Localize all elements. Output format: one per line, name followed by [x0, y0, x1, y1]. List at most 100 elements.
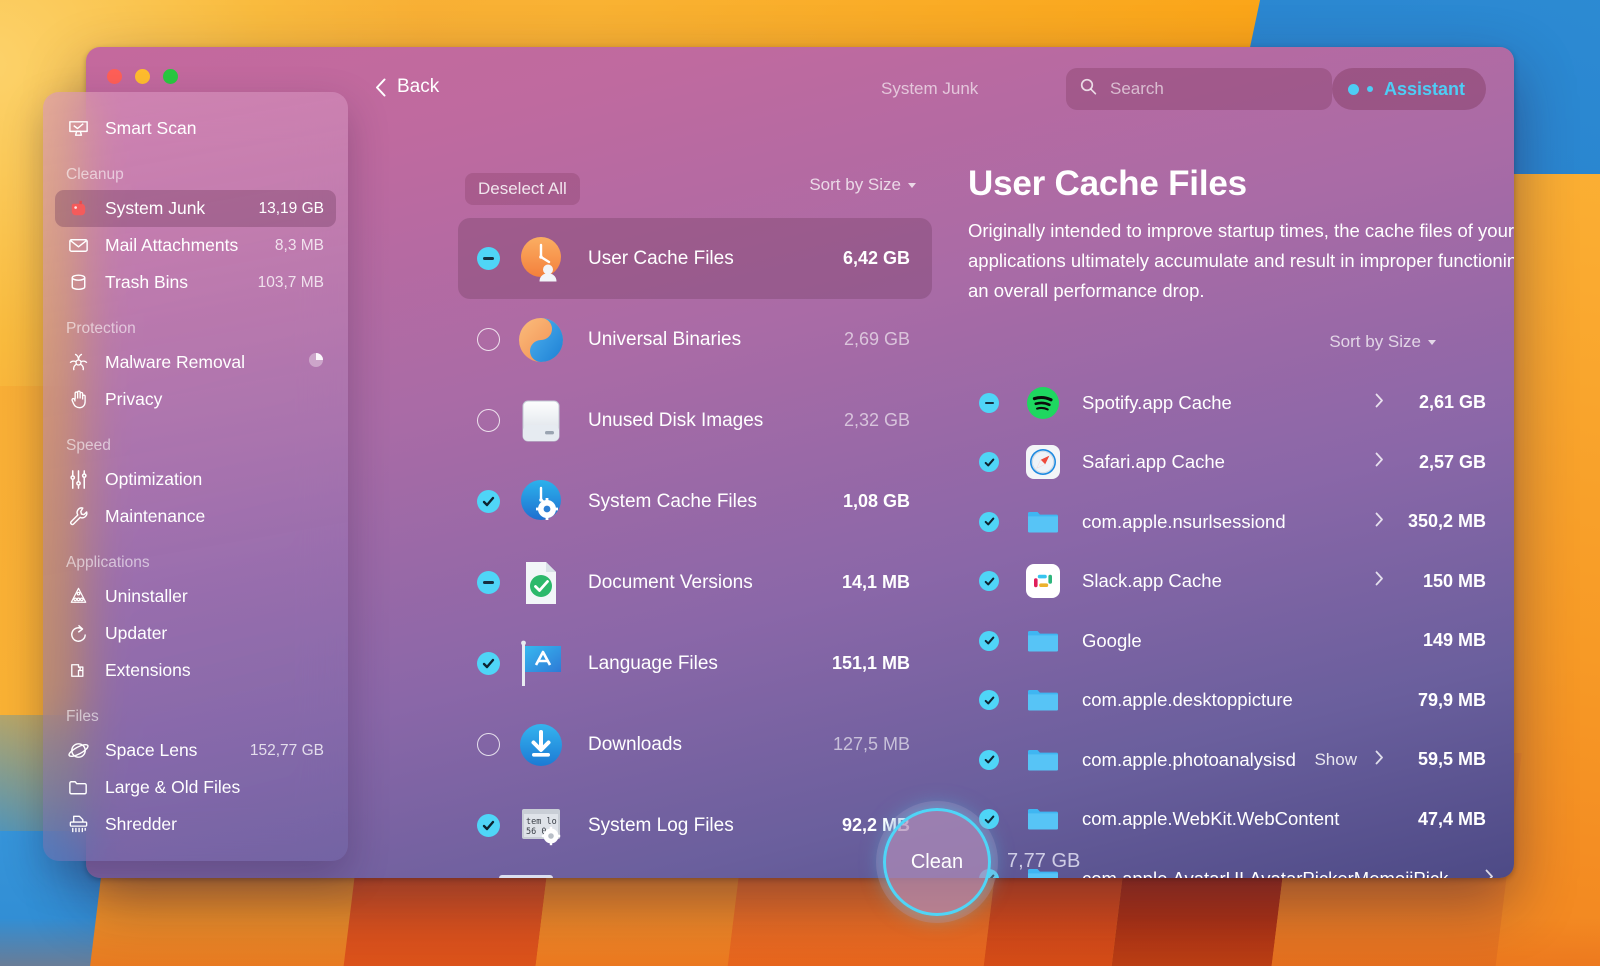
file-row[interactable]: Slack.app Cache 150 MB	[952, 552, 1514, 612]
file-checkbox[interactable]	[977, 452, 1001, 473]
window-controls[interactable]	[107, 69, 178, 84]
file-checkbox[interactable]	[977, 809, 1001, 830]
minimize-button[interactable]	[135, 69, 150, 84]
file-row[interactable]: com.apple.photoanalysisd Show 59,5 MB	[952, 730, 1514, 790]
category-checkbox[interactable]	[475, 571, 501, 594]
sidebar-item-smart-scan[interactable]: Smart Scan	[55, 110, 336, 147]
sidebar-item-uninstaller[interactable]: Uninstaller	[55, 578, 336, 615]
sidebar-item-label: Space Lens	[105, 740, 198, 760]
file-row[interactable]: Google 149 MB	[952, 611, 1514, 671]
sidebar-item-maintenance[interactable]: Maintenance	[55, 498, 336, 535]
file-checkbox[interactable]	[977, 690, 1001, 711]
hand-icon	[66, 388, 91, 411]
chevron-right-icon[interactable]	[1375, 571, 1388, 591]
checkbox-checked-icon[interactable]	[979, 630, 999, 651]
chevron-right-icon[interactable]	[1375, 393, 1388, 413]
checkbox-partial-icon[interactable]	[476, 571, 500, 594]
checkbox-checked-icon[interactable]	[476, 652, 500, 675]
file-name: Google	[1082, 629, 1142, 651]
chevron-right-icon[interactable]	[1375, 512, 1388, 532]
sidebar-item-system-junk[interactable]: System Junk 13,19 GB	[55, 190, 336, 227]
checkbox-checked-icon[interactable]	[979, 809, 999, 830]
file-checkbox[interactable]	[977, 630, 1001, 651]
show-in-finder-link[interactable]: Show	[1314, 750, 1357, 770]
checkbox-checked-icon[interactable]	[476, 490, 500, 513]
category-name: User Cache Files	[588, 247, 734, 269]
file-row[interactable]: com.apple.WebKit.WebContent 47,4 MB	[952, 790, 1514, 850]
chevron-right-icon[interactable]	[1375, 452, 1388, 472]
search-input[interactable]	[1110, 79, 1318, 99]
file-checkbox[interactable]	[977, 392, 1001, 413]
category-checkbox[interactable]	[475, 733, 501, 756]
file-row[interactable]: com.apple.desktoppicture 79,9 MB	[952, 671, 1514, 731]
file-list: Spotify.app Cache 2,61 GB Safari.app Cache…	[952, 373, 1514, 878]
file-name: com.apple.WebKit.WebContent	[1082, 808, 1340, 830]
checkbox-checked-icon[interactable]	[979, 452, 999, 473]
category-checkbox[interactable]	[475, 490, 501, 513]
checkbox-checked-icon[interactable]	[476, 814, 500, 837]
clean-button[interactable]: Clean	[883, 808, 991, 916]
category-row[interactable]: Document Versions 14,1 MB	[458, 542, 932, 623]
category-row[interactable]: Universal Binaries 2,69 GB	[458, 299, 932, 380]
category-name: Document Versions	[588, 571, 753, 593]
user-cache-icon	[515, 233, 567, 285]
file-row[interactable]: Safari.app Cache 2,57 GB	[952, 433, 1514, 493]
checkbox-unchecked-icon[interactable]	[476, 328, 500, 351]
category-row[interactable]: Downloads 127,5 MB	[458, 704, 932, 785]
sidebar-item-optimization[interactable]: Optimization	[55, 461, 336, 498]
category-row[interactable]: Unused Disk Images 2,32 GB	[458, 380, 932, 461]
checkbox-checked-icon[interactable]	[979, 690, 999, 711]
category-row[interactable]: tem lo 56 0 System Log Files 92,2 MB	[458, 785, 932, 866]
checkbox-checked-icon[interactable]	[979, 511, 999, 532]
checkbox-unchecked-icon[interactable]	[476, 733, 500, 756]
back-button[interactable]: Back	[375, 76, 439, 98]
file-name: com.apple.desktoppicture	[1082, 689, 1293, 711]
sidebar-item-space-lens[interactable]: Space Lens 152,77 GB	[55, 732, 336, 769]
clean-total-size: 7,77 GB	[1007, 850, 1081, 872]
category-checkbox[interactable]	[475, 247, 501, 270]
safari-icon	[1026, 445, 1060, 480]
category-row[interactable]: User Cache Files 6,42 GB	[458, 218, 932, 299]
file-checkbox[interactable]	[977, 511, 1001, 532]
close-button[interactable]	[107, 69, 122, 84]
file-row[interactable]: com.apple.nsurlsessiond 350,2 MB	[952, 492, 1514, 552]
category-checkbox[interactable]	[475, 328, 501, 351]
folder-icon	[1026, 802, 1060, 836]
sidebar-item-updater[interactable]: Updater	[55, 615, 336, 652]
checkbox-unchecked-icon[interactable]	[476, 409, 500, 432]
sort-by-size-dropdown-detail[interactable]: Sort by Size	[1329, 332, 1436, 352]
deselect-all-button[interactable]: Deselect All	[465, 173, 580, 205]
chevron-right-icon[interactable]	[1375, 750, 1388, 770]
disk-image-icon	[515, 395, 567, 447]
file-checkbox[interactable]	[977, 749, 1001, 770]
assistant-button[interactable]: Assistant	[1331, 68, 1486, 110]
sort-label: Sort by Size	[809, 175, 901, 194]
checkbox-partial-icon[interactable]	[476, 247, 500, 270]
folder-icon	[1026, 505, 1060, 539]
checkbox-checked-icon[interactable]	[979, 749, 999, 770]
sidebar-item-mail-attachments[interactable]: Mail Attachments 8,3 MB	[55, 227, 336, 264]
svg-text:tem lo: tem lo	[526, 817, 557, 827]
zoom-button[interactable]	[163, 69, 178, 84]
sidebar-item-shredder[interactable]: Shredder	[55, 806, 336, 843]
search-field[interactable]	[1066, 68, 1332, 110]
category-checkbox[interactable]	[475, 409, 501, 432]
category-name: System Cache Files	[588, 490, 757, 512]
category-checkbox[interactable]	[475, 652, 501, 675]
checkbox-checked-icon[interactable]	[979, 571, 999, 592]
chevron-right-icon[interactable]	[1485, 869, 1498, 878]
mail-icon	[66, 234, 91, 257]
file-row[interactable]: Spotify.app Cache 2,61 GB	[952, 373, 1514, 433]
sidebar-item-large-old-files[interactable]: Large & Old Files	[55, 769, 336, 806]
file-checkbox[interactable]	[977, 571, 1001, 592]
sidebar-item-privacy[interactable]: Privacy	[55, 381, 336, 418]
sort-by-size-dropdown-middle[interactable]: Sort by Size	[809, 175, 916, 195]
sidebar-item-trash-bins[interactable]: Trash Bins 103,7 MB	[55, 264, 336, 301]
folder-icon	[1026, 624, 1060, 658]
category-row[interactable]: System Cache Files 1,08 GB	[458, 461, 932, 542]
sidebar-item-malware-removal[interactable]: Malware Removal	[55, 344, 336, 381]
checkbox-partial-icon[interactable]	[979, 392, 999, 413]
category-checkbox[interactable]	[475, 814, 501, 837]
category-row[interactable]: Language Files 151,1 MB	[458, 623, 932, 704]
sidebar-item-extensions[interactable]: Extensions	[55, 652, 336, 689]
